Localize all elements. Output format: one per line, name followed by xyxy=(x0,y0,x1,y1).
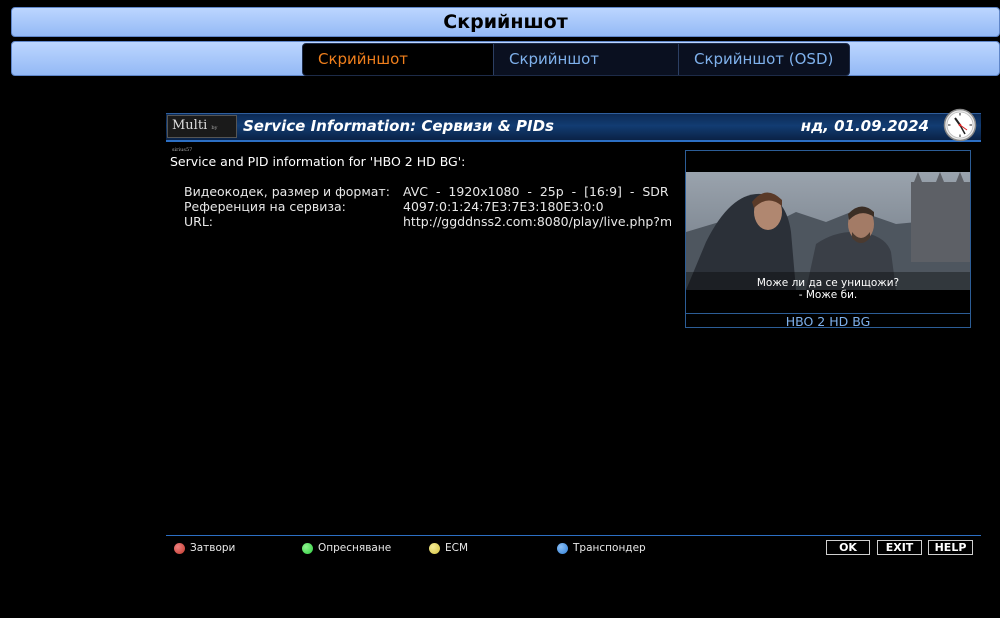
info-row-reference: Референция на сервиза: 4097:0:1:24:7E3:7… xyxy=(184,199,671,214)
red-button-label: Затвори xyxy=(190,542,236,554)
logo: Multi by sirius57 xyxy=(167,115,237,153)
video-preview: Може ли да се унищожи? - Може би. HBO 2 … xyxy=(685,150,971,329)
info-label: Видеокодек, размер и формат: xyxy=(184,184,390,199)
panel-header: Multi by sirius57 Service Information: С… xyxy=(166,108,981,153)
yellow-dot-icon xyxy=(429,542,440,554)
footer-divider xyxy=(166,535,981,536)
tab-bar: Скрийншот (Всички) Скрийншот (Видео) Скр… xyxy=(11,41,1000,76)
green-button-label: Опресняване xyxy=(318,542,392,554)
service-info-intro: Service and PID information for 'HBO 2 H… xyxy=(170,154,466,169)
info-row-video: Видеокодек, размер и формат: AVC - 1920x… xyxy=(184,184,671,199)
red-button-hint[interactable]: Затвори xyxy=(174,542,235,554)
ok-key[interactable]: OK xyxy=(826,540,870,555)
channel-name: HBO 2 HD BG xyxy=(686,313,970,329)
info-value: http://ggddnss2.com:8080/play/live.php?m… xyxy=(403,214,671,229)
service-info-table: Видеокодек, размер и формат: AVC - 1920x… xyxy=(184,184,671,229)
info-row-url: URL: http://ggddnss2.com:8080/play/live.… xyxy=(184,214,671,229)
blue-button-label: Транспондер xyxy=(573,542,646,554)
green-button-hint[interactable]: Опресняване xyxy=(302,542,391,554)
yellow-button-label: ECM xyxy=(445,542,469,554)
subtitle-line-1: Може ли да се унищожи? xyxy=(756,277,900,289)
info-label: URL: xyxy=(184,214,214,229)
blue-button-hint[interactable]: Транспондер xyxy=(557,542,646,554)
clock-icon xyxy=(943,108,977,142)
screen-title-bar: Скрийншот xyxy=(11,7,1000,37)
subtitle-line-2: - Може би. xyxy=(798,289,858,301)
tabs: Скрийншот (Всички) Скрийншот (Видео) Скр… xyxy=(302,43,850,76)
exit-key[interactable]: EXIT xyxy=(877,540,922,555)
help-key[interactable]: HELP xyxy=(928,540,973,555)
info-value: AVC - 1920x1080 - 25p - [16:9] - SDR xyxy=(403,184,669,199)
info-label: Референция на сервиза: xyxy=(184,199,346,214)
green-dot-icon xyxy=(302,542,313,554)
red-dot-icon xyxy=(174,542,185,554)
screen-title: Скрийншот xyxy=(443,11,568,33)
blue-dot-icon xyxy=(557,542,568,554)
tab-screenshot-all[interactable]: Скрийншот (Всички) xyxy=(303,44,494,75)
panel-title: Service Information: Сервизи & PIDs xyxy=(243,117,554,135)
logo-text: Multi xyxy=(172,118,208,133)
date-display: нд, 01.09.2024 xyxy=(800,117,929,135)
tab-screenshot-osd[interactable]: Скрийншот (OSD) xyxy=(679,44,849,75)
tab-screenshot-video[interactable]: Скрийншот (Видео) xyxy=(494,44,679,75)
yellow-button-hint[interactable]: ECM xyxy=(429,542,468,554)
info-value: 4097:0:1:24:7E3:7E3:180E3:0:0 xyxy=(403,199,604,214)
video-frame xyxy=(686,172,970,290)
video-subtitle: Може ли да се унищожи? - Може би. xyxy=(686,277,970,301)
